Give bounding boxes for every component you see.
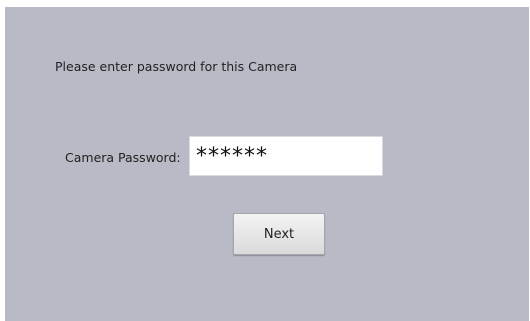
password-dialog: Please enter password for this Camera Ca… xyxy=(5,7,529,321)
password-field[interactable] xyxy=(189,136,383,176)
next-button[interactable]: Next xyxy=(233,213,325,255)
password-label: Camera Password: xyxy=(65,150,181,165)
dialog-prompt: Please enter password for this Camera xyxy=(55,59,298,74)
